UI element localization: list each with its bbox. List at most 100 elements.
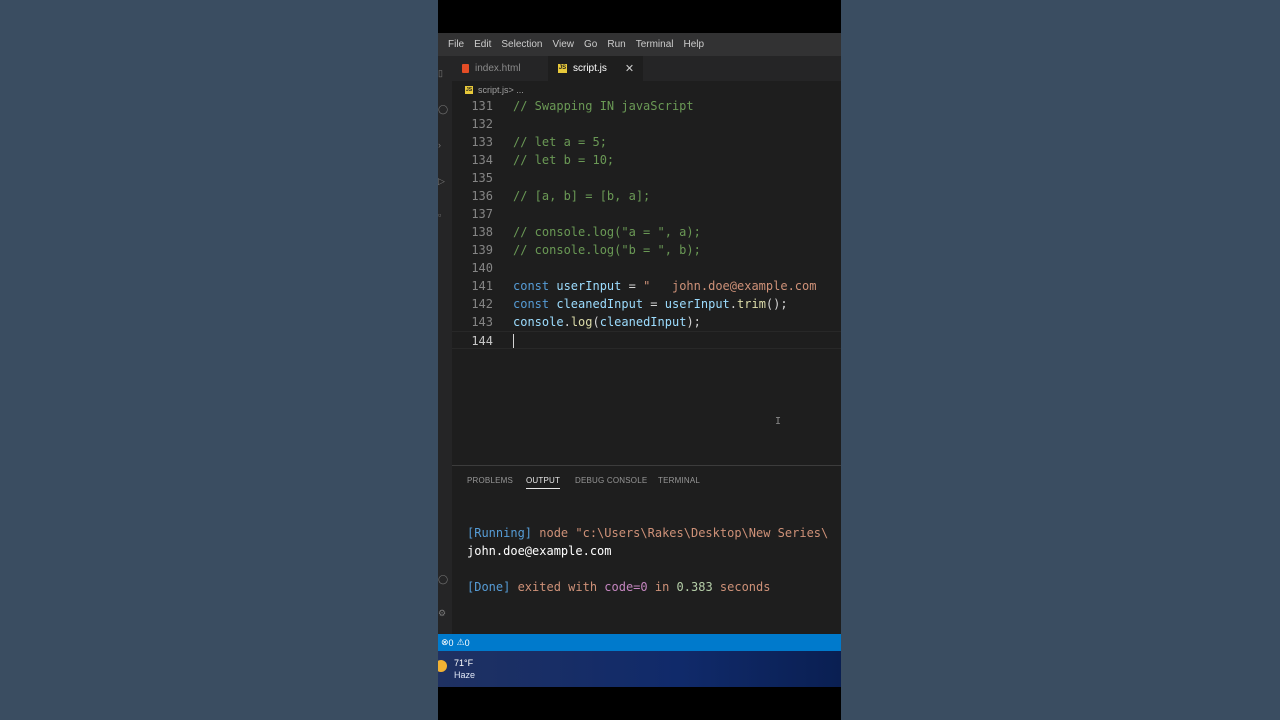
code-line[interactable]: 137 — [452, 205, 841, 223]
error-count[interactable]: 0 — [449, 638, 454, 648]
mouse-cursor-icon: I — [775, 416, 782, 427]
source-control-icon[interactable]: › — [438, 140, 441, 150]
search-icon[interactable]: ◯ — [438, 104, 448, 115]
elapsed-time: 0.383 — [676, 580, 713, 594]
code-token: " john.doe@example.com — [643, 279, 817, 293]
code-token: log — [570, 315, 593, 329]
line-number: 138 — [471, 225, 493, 239]
weather-temperature[interactable]: 71°F — [454, 658, 473, 668]
account-icon[interactable]: ◯ — [438, 574, 448, 585]
code-token: userInput — [664, 297, 730, 311]
menu-terminal[interactable]: Terminal — [636, 39, 674, 50]
code-token: (); — [765, 297, 788, 311]
code-text: // console.log("a = ", a); — [513, 223, 701, 241]
line-number: 142 — [471, 297, 493, 311]
video-frame: File Edit Selection View Go Run Terminal… — [438, 0, 841, 720]
code-token: // Swapping IN javaScript — [513, 99, 694, 113]
code-token: console — [513, 315, 564, 329]
menu-edit[interactable]: Edit — [474, 39, 491, 50]
line-number: 136 — [471, 189, 493, 203]
done-text: in — [647, 580, 677, 594]
breadcrumb-file[interactable]: script.js — [478, 85, 509, 95]
code-editor[interactable]: 131 // Swapping IN javaScript 132 133 // let… — [452, 97, 841, 465]
tab-output[interactable]: OUTPUT — [526, 476, 561, 489]
code-text: // [a, b] = [b, a]; — [513, 187, 650, 205]
code-token: userInput — [556, 279, 622, 293]
code-line[interactable]: 134 // let b = 10; — [452, 151, 841, 169]
code-line[interactable]: 139 // console.log("b = ", b); — [452, 241, 841, 259]
gear-icon[interactable]: ⚙ — [438, 608, 446, 619]
code-token: // [a, b] = [b, a]; — [513, 189, 651, 203]
warning-icon[interactable]: ⚠ — [457, 637, 465, 648]
code-text: const cleanedInput = userInput.trim(); — [513, 295, 788, 313]
code-text: // let a = 5; — [513, 133, 607, 151]
vscode-window: File Edit Selection View Go Run Terminal… — [438, 33, 841, 687]
line-number: 131 — [471, 99, 493, 113]
code-token: // let b = 10; — [513, 153, 615, 167]
line-number: 143 — [471, 315, 493, 329]
panel-tabs: PROBLEMS OUTPUT DEBUG CONSOLE TERMINAL — [452, 466, 841, 494]
tab-label: index.html — [475, 63, 521, 74]
output-result-line: john.doe@example.com — [467, 544, 612, 558]
tab-script-js[interactable]: JS script.js ✕ — [548, 56, 643, 81]
tab-terminal[interactable]: TERMINAL — [658, 476, 700, 485]
code-line[interactable]: 135 — [452, 169, 841, 187]
code-line[interactable]: 142 const cleanedInput = userInput.trim()… — [452, 295, 841, 313]
code-line[interactable]: 144 — [452, 331, 841, 349]
js-file-icon: JS — [465, 86, 473, 94]
breadcrumb-rest[interactable]: > ... — [509, 85, 524, 95]
code-line[interactable]: 141 const userInput = " john.doe@example.… — [452, 277, 841, 295]
code-token: const — [513, 279, 557, 293]
code-token: const — [513, 297, 557, 311]
error-icon[interactable]: ⊗ — [441, 637, 449, 648]
code-line[interactable]: 131 // Swapping IN javaScript — [452, 97, 841, 115]
menu-view[interactable]: View — [553, 39, 575, 50]
code-line[interactable]: 140 — [452, 259, 841, 277]
done-text: exited with — [510, 580, 605, 594]
menu-help[interactable]: Help — [684, 39, 705, 50]
done-tag: [Done] — [467, 580, 511, 594]
tab-index-html[interactable]: index.html — [462, 56, 552, 81]
line-number: 144 — [471, 334, 493, 348]
line-number: 135 — [471, 171, 493, 185]
html-file-icon — [462, 64, 469, 73]
tab-label: script.js — [573, 63, 607, 74]
code-token: // console.log("a = ", a); — [513, 225, 701, 239]
text-cursor — [513, 334, 514, 348]
code-line[interactable]: 143 console.log(cleanedInput); — [452, 313, 841, 331]
code-line[interactable]: 132 — [452, 115, 841, 133]
run-debug-icon[interactable]: ▷ — [438, 176, 445, 187]
menu-go[interactable]: Go — [584, 39, 597, 50]
tab-problems[interactable]: PROBLEMS — [467, 476, 513, 485]
code-text: console.log(cleanedInput); — [513, 313, 701, 331]
code-token: // let a = 5; — [513, 135, 607, 149]
bottom-panel: PROBLEMS OUTPUT DEBUG CONSOLE TERMINAL [… — [452, 465, 841, 635]
line-number: 137 — [471, 207, 493, 221]
code-text: // let b = 10; — [513, 151, 614, 169]
running-tag: [Running] — [467, 526, 533, 540]
code-token: . — [729, 297, 738, 311]
code-token: . — [563, 315, 571, 329]
warning-count[interactable]: 0 — [465, 638, 470, 648]
code-text: // console.log("b = ", b); — [513, 241, 701, 259]
close-icon[interactable]: ✕ — [625, 62, 634, 75]
code-line[interactable]: 136 // [a, b] = [b, a]; — [452, 187, 841, 205]
running-command: node "c:\Users\Rakes\Desktop\New Series\ — [532, 526, 829, 540]
code-line[interactable]: 138 // console.log("a = ", a); — [452, 223, 841, 241]
menu-bar: File Edit Selection View Go Run Terminal… — [438, 33, 841, 56]
line-number: 132 — [471, 117, 493, 131]
windows-taskbar: 71°F Haze — [438, 651, 841, 687]
menu-run[interactable]: Run — [607, 39, 625, 50]
explorer-icon[interactable]: ▯ — [438, 68, 443, 79]
line-number: 141 — [471, 279, 493, 293]
menu-selection[interactable]: Selection — [501, 39, 542, 50]
weather-condition[interactable]: Haze — [454, 670, 475, 680]
weather-sun-icon[interactable] — [438, 660, 447, 672]
extensions-icon[interactable]: ▫ — [438, 210, 441, 220]
tab-debug-console[interactable]: DEBUG CONSOLE — [575, 476, 647, 485]
editor-tab-bar: index.html JS script.js ✕ — [452, 56, 841, 81]
output-running-line: [Running] node "c:\Users\Rakes\Desktop\N… — [467, 526, 828, 540]
code-line[interactable]: 133 // let a = 5; — [452, 133, 841, 151]
done-text: seconds — [712, 580, 771, 594]
menu-file[interactable]: File — [448, 39, 464, 50]
